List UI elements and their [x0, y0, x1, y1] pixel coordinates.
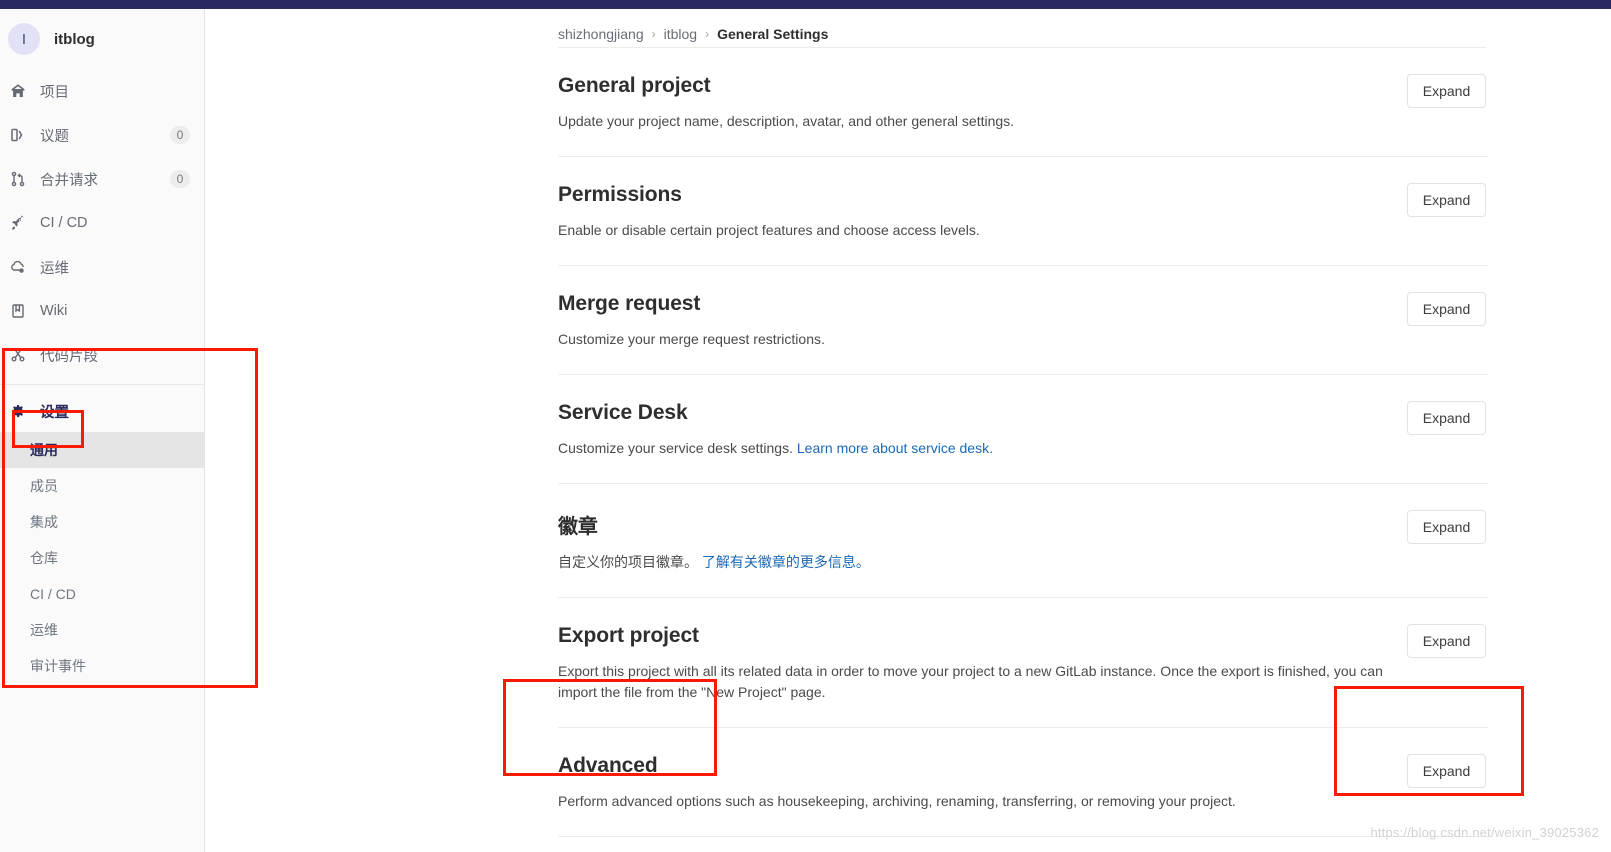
section-advanced: Advanced Perform advanced options such a… [558, 728, 1488, 837]
sidebar-item-label: 运维 [40, 260, 69, 277]
section-description-text: 自定义你的项目徽章。 [558, 554, 698, 570]
settings-subitem-cicd[interactable]: CI / CD [0, 576, 204, 612]
section-description: Enable or disable certain project featur… [558, 222, 980, 238]
sidebar-nav-list: 项目 议题 0 合并请求 0 CI / CD 运维 Wiki 代码片段 [0, 69, 204, 377]
section-merge-request: Merge request Customize your merge reque… [558, 266, 1488, 375]
breadcrumb-item-group[interactable]: shizhongjiang [558, 26, 644, 42]
settings-subitem-audit-events[interactable]: 审计事件 [0, 648, 204, 684]
settings-subitem-label: 审计事件 [30, 658, 86, 674]
sidebar-item-operations[interactable]: 运维 [0, 245, 204, 289]
section-description: Perform advanced options such as houseke… [558, 793, 1236, 809]
snippets-icon [10, 347, 32, 363]
sidebar-divider [0, 384, 204, 385]
settings-subitem-general[interactable]: 通用 [0, 432, 204, 468]
section-service-desk: Service Desk Customize your service desk… [558, 375, 1488, 484]
home-icon [10, 83, 32, 99]
project-name: itblog [54, 30, 95, 48]
section-badges: 徽章 自定义你的项目徽章。 了解有关徽章的更多信息。 Expand [558, 484, 1488, 598]
merge-requests-count-badge: 0 [170, 170, 190, 188]
sidebar-item-project[interactable]: 项目 [0, 69, 204, 113]
settings-subitem-members[interactable]: 成员 [0, 468, 204, 504]
expand-button-advanced[interactable]: Expand [1407, 754, 1486, 788]
sidebar-settings-label: 设置 [40, 404, 69, 421]
expand-button-export-project[interactable]: Expand [1407, 624, 1486, 658]
gear-icon [10, 403, 32, 419]
sidebar-item-cicd[interactable]: CI / CD [0, 201, 204, 245]
expand-button-badges[interactable]: Expand [1407, 510, 1486, 544]
project-avatar: I [8, 23, 40, 55]
wiki-icon [10, 303, 32, 319]
breadcrumb-item-current: General Settings [717, 26, 829, 42]
sidebar-item-label: 代码片段 [40, 348, 98, 365]
section-title: General project [558, 74, 711, 97]
settings-sections: General project Update your project name… [558, 48, 1488, 837]
sidebar-item-label: 项目 [40, 84, 69, 101]
section-title: Advanced [558, 754, 658, 777]
main-content: shizhongjiang › itblog › General Setting… [206, 9, 1611, 852]
sidebar-item-label: Wiki [40, 303, 68, 319]
issues-count-badge: 0 [170, 126, 190, 144]
settings-subitem-label: 成员 [30, 478, 58, 494]
expand-button-service-desk[interactable]: Expand [1407, 401, 1486, 435]
section-description: Customize your merge request restriction… [558, 331, 825, 347]
top-navbar [0, 0, 1611, 9]
expand-button-permissions[interactable]: Expand [1407, 183, 1486, 217]
section-title: 徽章 [558, 516, 598, 538]
section-description: Update your project name, description, a… [558, 113, 1015, 129]
expand-button-merge-request[interactable]: Expand [1407, 292, 1486, 326]
section-title: Service Desk [558, 401, 688, 424]
breadcrumb-separator: › [651, 27, 656, 41]
breadcrumb: shizhongjiang › itblog › General Setting… [206, 9, 1611, 47]
settings-subitem-operations[interactable]: 运维 [0, 612, 204, 648]
expand-button-general-project[interactable]: Expand [1407, 74, 1486, 108]
section-general-project: General project Update your project name… [558, 48, 1488, 157]
settings-submenu: 通用 成员 集成 仓库 CI / CD 运维 审计事件 [0, 432, 204, 684]
breadcrumb-separator: › [705, 27, 710, 41]
sidebar-item-wiki[interactable]: Wiki [0, 289, 204, 333]
sidebar-item-issues[interactable]: 议题 0 [0, 113, 204, 157]
section-description: Customize your service desk settings. Le… [558, 438, 1386, 459]
section-permissions: Permissions Enable or disable certain pr… [558, 157, 1488, 266]
section-description: 自定义你的项目徽章。 了解有关徽章的更多信息。 [558, 552, 1386, 573]
settings-subitem-label: 集成 [30, 514, 58, 530]
settings-subitem-repository[interactable]: 仓库 [0, 540, 204, 576]
section-export-project: Export project Export this project with … [558, 598, 1488, 728]
settings-subitem-label: CI / CD [30, 586, 76, 602]
rocket-icon [10, 215, 32, 231]
breadcrumb-item-project[interactable]: itblog [664, 26, 697, 42]
operations-icon [10, 259, 32, 275]
project-header[interactable]: I itblog [0, 9, 204, 69]
settings-subitem-integrations[interactable]: 集成 [0, 504, 204, 540]
issues-icon [10, 127, 32, 143]
section-description-text: Customize your service desk settings. [558, 440, 793, 456]
sidebar-item-label: CI / CD [40, 215, 88, 231]
section-description: Export this project with all its related… [558, 663, 1383, 700]
sidebar-item-snippets[interactable]: 代码片段 [0, 333, 204, 377]
gitlab-project-settings-page: I itblog 项目 议题 0 合并请求 0 CI / CD 运维 Wiki … [0, 0, 1611, 852]
section-title: Permissions [558, 183, 682, 206]
sidebar-item-settings[interactable]: 设置 [0, 390, 204, 432]
settings-subitem-label: 通用 [30, 442, 58, 458]
service-desk-learn-more-link[interactable]: Learn more about service desk. [797, 440, 993, 456]
sidebar-item-merge-requests[interactable]: 合并请求 0 [0, 157, 204, 201]
project-sidebar: I itblog 项目 议题 0 合并请求 0 CI / CD 运维 Wiki … [0, 9, 205, 852]
merge-request-icon [10, 171, 32, 187]
sidebar-item-label: 议题 [40, 128, 69, 145]
sidebar-item-label: 合并请求 [40, 172, 98, 189]
settings-subitem-label: 仓库 [30, 550, 58, 566]
settings-subitem-label: 运维 [30, 622, 58, 638]
badges-learn-more-link[interactable]: 了解有关徽章的更多信息。 [702, 554, 870, 570]
watermark-text: https://blog.csdn.net/weixin_39025362 [1370, 825, 1599, 840]
section-title: Export project [558, 624, 699, 647]
section-title: Merge request [558, 292, 701, 315]
